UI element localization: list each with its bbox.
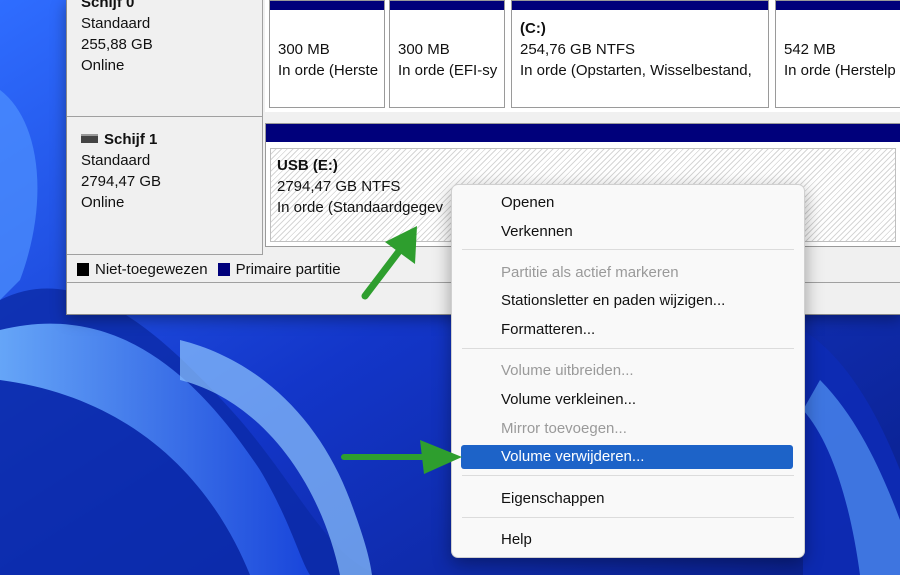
menu-separator <box>462 348 794 349</box>
disk1-label[interactable]: Schijf 1 Standaard 2794,47 GB Online <box>67 117 263 255</box>
menu-item-extend-volume[interactable]: Volume uitbreiden... <box>501 361 634 381</box>
partition-recovery-2[interactable]: 542 MB In orde (Herstelp <box>775 0 900 108</box>
hard-disk-icon <box>81 134 98 144</box>
menu-separator <box>462 517 794 518</box>
menu-item-openen[interactable]: Openen <box>501 193 554 213</box>
menu-separator <box>462 475 794 476</box>
unallocated-swatch <box>77 262 89 276</box>
menu-item-delete-volume[interactable]: Volume verwijderen... <box>501 447 644 467</box>
disk0-partitions: 300 MB In orde (Herste 300 MB In orde (E… <box>265 0 900 112</box>
context-menu: Openen Verkennen Partitie als actief mar… <box>451 184 805 558</box>
disk1-name: Schijf 1 <box>104 131 158 148</box>
menu-item-mark-active[interactable]: Partitie als actief markeren <box>501 263 679 283</box>
partition-c[interactable]: (C:) 254,76 GB NTFS In orde (Opstarten, … <box>511 0 769 108</box>
arrow-icon <box>361 226 417 300</box>
disk0-status: Online <box>81 57 125 74</box>
menu-separator <box>462 249 794 250</box>
disk1-status: Online <box>81 194 125 211</box>
menu-item-shrink-volume[interactable]: Volume verkleinen... <box>501 390 636 410</box>
menu-item-add-mirror[interactable]: Mirror toevoegen... <box>501 419 627 439</box>
disk1-size: 2794,47 GB <box>81 173 162 190</box>
partition-efi[interactable]: 300 MB In orde (EFI-sy <box>389 0 505 108</box>
disk0-label[interactable]: Schijf 0 Standaard 255,88 GB Online <box>67 0 263 117</box>
menu-item-help[interactable]: Help <box>501 530 532 550</box>
legend-unallocated: Niet-toegewezen <box>95 260 208 278</box>
disk0-size: 255,88 GB <box>81 36 153 53</box>
arrow-icon <box>341 440 462 474</box>
partition-recovery-1[interactable]: 300 MB In orde (Herste <box>269 0 385 108</box>
menu-item-format[interactable]: Formatteren... <box>501 320 595 340</box>
menu-item-change-drive-letter[interactable]: Stationsletter en paden wijzigen... <box>501 291 725 311</box>
menu-item-verkennen[interactable]: Verkennen <box>501 222 573 242</box>
menu-item-properties[interactable]: Eigenschappen <box>501 489 604 509</box>
disk0-type: Standaard <box>81 15 151 32</box>
disk1-type: Standaard <box>81 152 151 169</box>
legend-primary: Primaire partitie <box>235 260 341 278</box>
primary-swatch <box>217 262 230 276</box>
disk0-name: Schijf 0 <box>81 0 135 11</box>
